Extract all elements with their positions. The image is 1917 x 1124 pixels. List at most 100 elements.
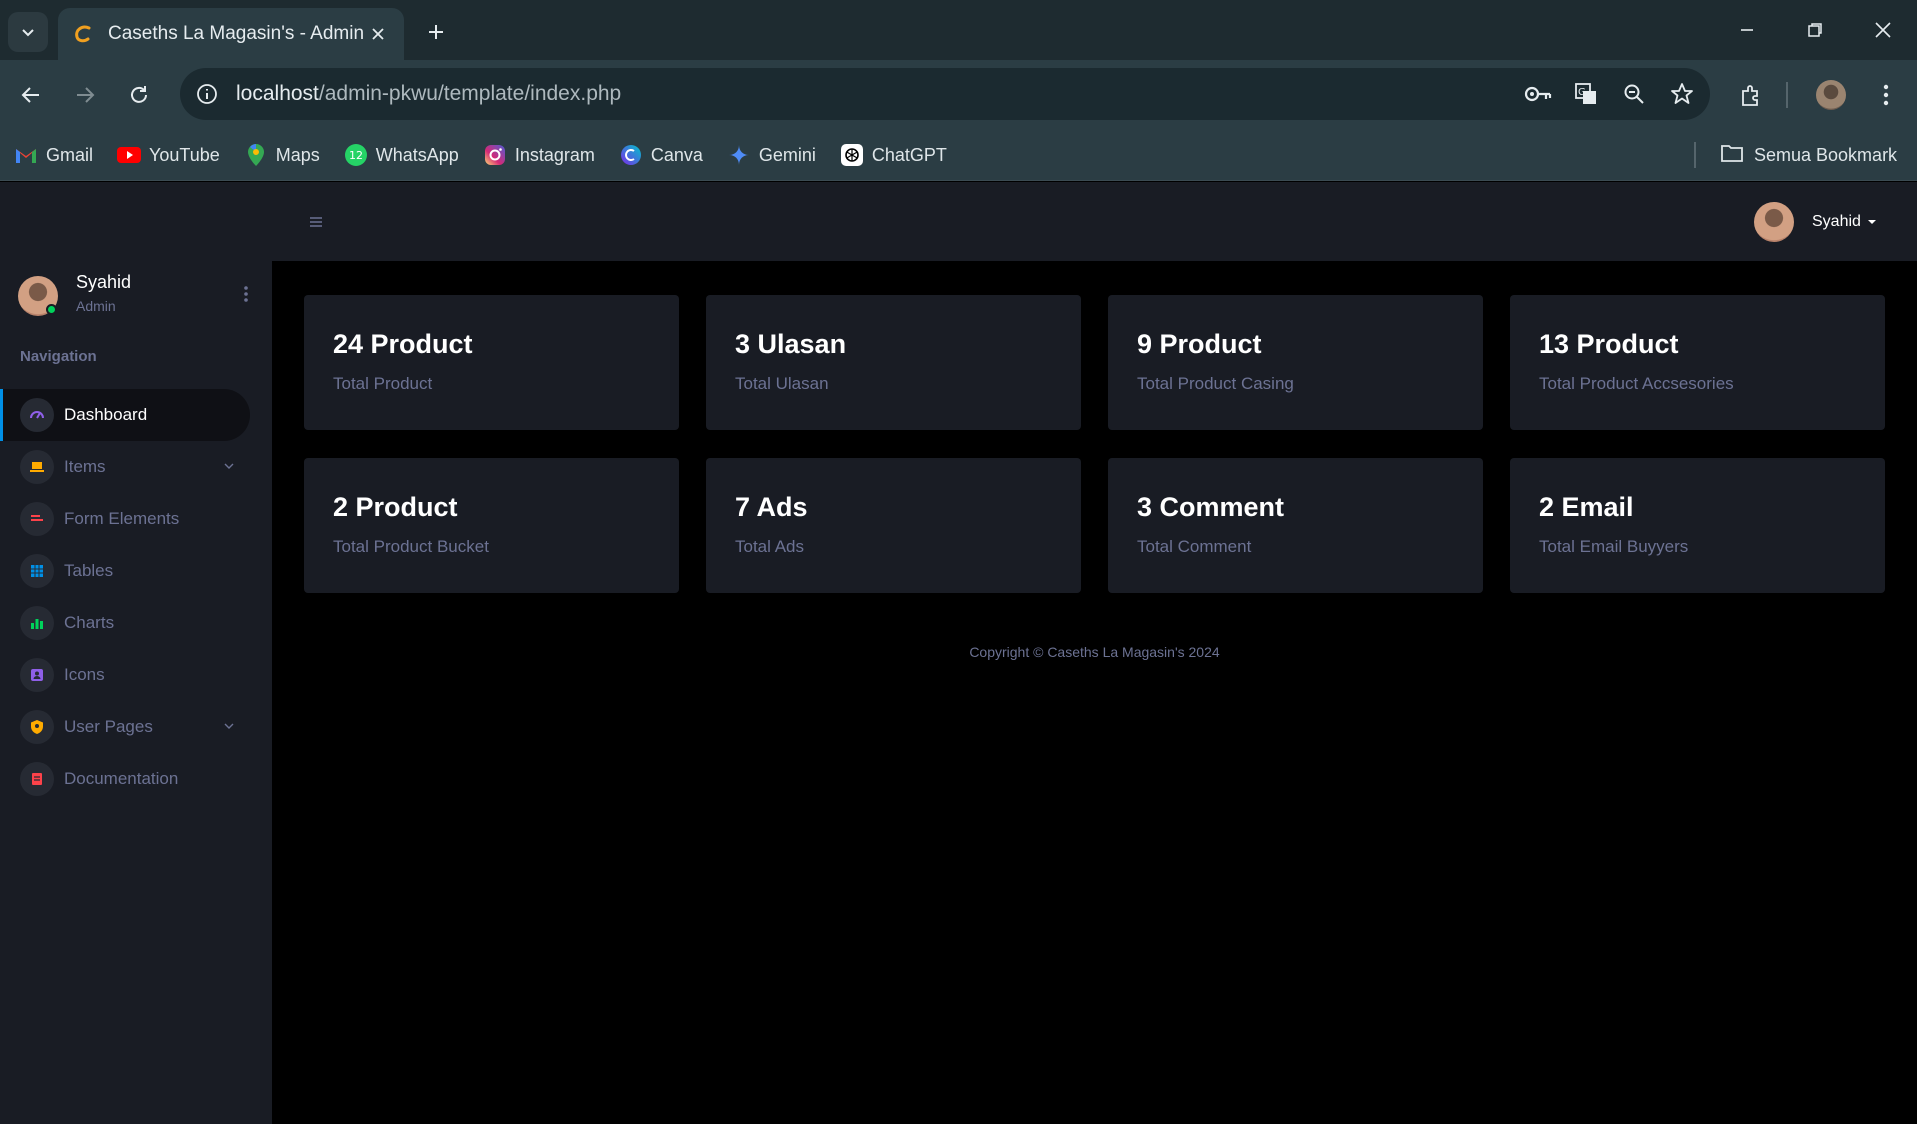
tab-title: Caseths La Magasin's - Admin	[108, 23, 365, 44]
sidebar-item-label: Form Elements	[64, 509, 180, 528]
browser-profile-avatar[interactable]	[1810, 74, 1852, 116]
close-tab-icon[interactable]	[366, 22, 390, 46]
bookmark-label: Canva	[650, 144, 703, 165]
whatsapp-badge: 12	[349, 149, 363, 162]
restore-window-button[interactable]	[1790, 10, 1840, 50]
zoom-icon[interactable]	[1614, 74, 1654, 114]
bookmark-gemini[interactable]: Gemini	[727, 143, 816, 167]
reload-button[interactable]	[120, 76, 158, 114]
bookmark-label: Maps	[275, 144, 320, 165]
sidebar-item-items[interactable]: Items	[0, 441, 272, 493]
stat-card: 2 Email Total Email Buyyers	[1510, 458, 1885, 593]
sidebar-item-icons[interactable]: Icons	[0, 649, 272, 701]
chevron-down-icon	[22, 29, 34, 37]
tab-search-button[interactable]	[8, 12, 48, 52]
stat-label: Total Product Casing	[1137, 374, 1294, 393]
arrow-left-icon	[21, 87, 39, 103]
footer-copyright: Copyright © Caseths La Magasin's 2024	[969, 644, 1220, 660]
file-document-icon	[20, 762, 54, 796]
speedometer-icon	[20, 398, 54, 432]
sidebar-item-user-pages[interactable]: User Pages	[0, 701, 272, 753]
bookmark-star-icon[interactable]	[1662, 74, 1702, 114]
gmail-icon	[14, 143, 38, 167]
bookmark-youtube[interactable]: YouTube	[117, 143, 220, 167]
plus-icon	[429, 25, 443, 39]
url-host: localhost	[236, 82, 319, 105]
sidebar: Syahid Admin Navigation Dashboard Items …	[0, 182, 272, 1124]
online-status-dot	[46, 304, 57, 315]
browser-tab-active[interactable]: Caseths La Magasin's - Admin	[58, 8, 404, 60]
translate-icon[interactable]: G	[1566, 74, 1606, 114]
sidebar-item-tables[interactable]: Tables	[0, 545, 272, 597]
sidebar-item-dashboard[interactable]: Dashboard	[0, 389, 250, 441]
all-bookmarks-button[interactable]: Semua Bookmark	[1720, 130, 1897, 180]
main-content: 24 Product Total Product 3 Ulasan Total …	[272, 261, 1917, 1124]
site-favicon-icon	[72, 23, 94, 45]
stat-card: 3 Ulasan Total Ulasan	[706, 295, 1081, 430]
avatar	[1754, 202, 1794, 242]
bookmarks-bar: Gmail YouTube Maps 12 WhatsApp Instagram…	[0, 130, 1917, 181]
stat-label: Total Product Bucket	[333, 537, 489, 556]
table-icon	[20, 554, 54, 588]
bookmark-canva[interactable]: Canva	[619, 143, 703, 167]
back-button[interactable]	[12, 76, 50, 114]
sidebar-item-form-elements[interactable]: Form Elements	[0, 493, 272, 545]
bookmark-maps[interactable]: Maps	[244, 143, 320, 167]
sidebar-item-label: Items	[64, 457, 106, 476]
user-name: Syahid	[1812, 213, 1861, 230]
bookmark-label: Gemini	[758, 144, 816, 165]
gemini-icon	[727, 143, 751, 167]
toolbar-divider	[1785, 74, 1789, 116]
stat-label: Total Product	[333, 374, 433, 393]
bookmark-whatsapp[interactable]: 12 WhatsApp	[344, 143, 459, 167]
stat-card: 7 Ads Total Ads	[706, 458, 1081, 593]
sidebar-item-documentation[interactable]: Documentation	[0, 753, 272, 805]
stat-label: Total Product Accsesories	[1539, 374, 1734, 393]
profile-name: Syahid	[76, 272, 132, 292]
minimize-window-button[interactable]	[1722, 10, 1772, 50]
nav-heading: Navigation	[20, 348, 97, 365]
sidebar-item-charts[interactable]: Charts	[0, 597, 272, 649]
sidebar-item-label: Tables	[64, 561, 114, 580]
instagram-icon	[483, 143, 507, 167]
bookmark-label: Instagram	[514, 144, 595, 165]
stat-label: Total Ulasan	[735, 374, 829, 393]
new-tab-button[interactable]	[420, 16, 452, 48]
sidebar-profile: Syahid Admin	[18, 272, 258, 322]
reload-icon	[131, 86, 147, 103]
close-window-button[interactable]	[1858, 10, 1908, 50]
info-icon	[197, 84, 217, 104]
bookmark-instagram[interactable]: Instagram	[483, 143, 595, 167]
bookmark-gmail[interactable]: Gmail	[14, 143, 93, 167]
password-key-icon[interactable]	[1518, 74, 1558, 114]
menu-toggle-icon[interactable]	[304, 210, 328, 234]
stat-value: 24 Product	[333, 329, 473, 359]
security-icon	[20, 710, 54, 744]
bookmark-chatgpt[interactable]: ChatGPT	[840, 143, 947, 167]
stat-label: Total Email Buyyers	[1539, 537, 1689, 556]
browser-menu-icon[interactable]	[1865, 74, 1907, 116]
folder-icon	[1720, 143, 1744, 168]
top-navbar: Syahid	[272, 182, 1917, 261]
arrow-right-icon	[77, 87, 95, 103]
site-info-button[interactable]	[188, 75, 226, 113]
stat-card: 2 Product Total Product Bucket	[304, 458, 679, 593]
close-icon	[1875, 22, 1891, 38]
stat-value: 2 Email	[1539, 492, 1634, 522]
svg-text:G: G	[1578, 87, 1586, 98]
all-bookmarks-label: Semua Bookmark	[1754, 144, 1898, 165]
bookmarks-divider	[1694, 142, 1696, 168]
sidebar-item-label: Documentation	[64, 769, 179, 788]
stat-value: 3 Comment	[1137, 492, 1285, 522]
caret-down-icon	[1867, 220, 1876, 224]
profile-options-icon[interactable]	[234, 282, 258, 306]
forward-button[interactable]	[66, 76, 104, 114]
browser-tab-strip: Caseths La Magasin's - Admin	[0, 0, 1917, 60]
url-text: localhost/admin-pkwu/template/index.php	[236, 82, 1518, 106]
bookmark-label: Gmail	[46, 144, 94, 165]
address-bar[interactable]: localhost/admin-pkwu/template/index.php …	[180, 68, 1710, 120]
stat-card: 3 Comment Total Comment	[1108, 458, 1483, 593]
user-menu-dropdown[interactable]: Syahid	[1754, 202, 1877, 242]
extensions-icon[interactable]	[1730, 74, 1772, 116]
stat-value: 3 Ulasan	[735, 329, 847, 359]
